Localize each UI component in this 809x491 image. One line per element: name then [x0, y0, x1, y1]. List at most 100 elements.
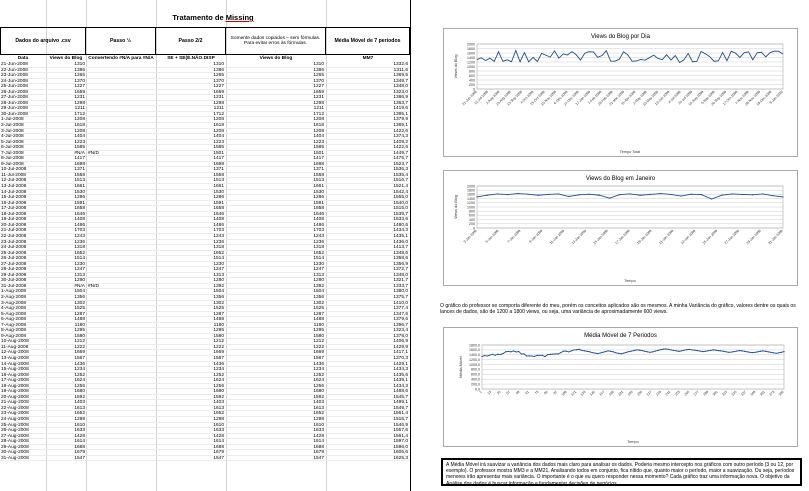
- cell-views-copy[interactable]: 1298: [226, 101, 324, 106]
- spreadsheet[interactable]: Tratamento de Missing Dados do arquivo .…: [0, 0, 809, 491]
- cell-views[interactable]: 1234: [46, 367, 85, 372]
- col-label-se[interactable]: SE + SE(É.NÃO.DISP: [156, 55, 226, 62]
- cell-views-copy[interactable]: 1659: [226, 90, 324, 95]
- cell-mm7[interactable]: 1499,1: [326, 400, 408, 405]
- cell-se[interactable]: 1408: [156, 217, 224, 222]
- cell-date[interactable]: 25-Jun-2008: [1, 84, 45, 89]
- cell-date[interactable]: 29-Jun-2008: [1, 106, 45, 111]
- cell-mm7[interactable]: 1363,7: [326, 101, 408, 106]
- cell-date[interactable]: 2-Aug-2008: [1, 295, 45, 300]
- cell-convert[interactable]: [88, 95, 154, 100]
- cell-date[interactable]: 21-Aug-2008: [1, 400, 45, 405]
- cell-convert[interactable]: [88, 178, 154, 183]
- cell-mm7[interactable]: 1348,6: [326, 251, 408, 256]
- cell-views-copy[interactable]: 1286: [226, 195, 324, 200]
- cell-mm7[interactable]: 1625,3: [326, 456, 408, 461]
- cell-convert[interactable]: #N/D: [88, 151, 154, 156]
- cell-views-copy[interactable]: 1247: [226, 267, 324, 272]
- cell-mm7[interactable]: 1406,9: [326, 339, 408, 344]
- cell-mm7[interactable]: 1546,9: [326, 423, 408, 428]
- cell-views-copy[interactable]: 1212: [226, 339, 324, 344]
- cell-views-copy[interactable]: 1591: [226, 201, 324, 206]
- cell-views[interactable]: 1614: [46, 439, 85, 444]
- cell-convert[interactable]: [88, 339, 154, 344]
- cell-se[interactable]: 1428: [156, 434, 224, 439]
- cell-views[interactable]: 1652: [46, 251, 85, 256]
- cell-se[interactable]: 1252: [156, 373, 224, 378]
- cell-convert[interactable]: [88, 190, 154, 195]
- cell-se[interactable]: 1386: [156, 68, 224, 73]
- cell-se[interactable]: 1230: [156, 262, 224, 267]
- cell-mm7[interactable]: 1475,7: [326, 156, 408, 161]
- cell-convert[interactable]: [88, 84, 154, 89]
- cell-date[interactable]: 22-Jun-2008: [1, 68, 45, 73]
- cell-views-copy[interactable]: 1403: [226, 400, 324, 405]
- cell-views-copy[interactable]: 1180: [226, 323, 324, 328]
- cell-se[interactable]: 1580: [156, 334, 224, 339]
- cell-views[interactable]: 1428: [46, 434, 85, 439]
- cell-views-copy[interactable]: 1280: [226, 278, 324, 283]
- cell-views-copy[interactable]: 1567: [226, 356, 324, 361]
- cell-views[interactable]: 1222: [46, 345, 85, 350]
- cell-mm7[interactable]: 1480,6: [326, 223, 408, 228]
- cell-convert[interactable]: [88, 212, 154, 217]
- cell-mm7[interactable]: 1516,7: [326, 417, 408, 422]
- cell-date[interactable]: 30-Aug-2008: [1, 450, 45, 455]
- cell-views[interactable]: 1658: [46, 206, 85, 211]
- cell-views[interactable]: 1252: [46, 373, 85, 378]
- chart-moving-average[interactable]: Média Móvel de 7 Periodos 1800,0 1600,0 140…: [443, 327, 798, 447]
- cell-date[interactable]: 29-Aug-2008: [1, 445, 45, 450]
- cell-date[interactable]: 13-Aug-2008: [1, 356, 45, 361]
- cell-se[interactable]: 1313: [156, 273, 224, 278]
- cell-se[interactable]: 1530: [156, 190, 224, 195]
- cell-convert[interactable]: [88, 195, 154, 200]
- header-csv[interactable]: Dados do arquivo .csv: [0, 27, 86, 55]
- cell-date[interactable]: 10-Aug-2008: [1, 339, 45, 344]
- cell-mm7[interactable]: 1422,6: [326, 145, 408, 150]
- cell-mm7[interactable]: 1370,3: [326, 356, 408, 361]
- cell-convert[interactable]: [88, 323, 154, 328]
- cell-se[interactable]: 1287: [156, 312, 224, 317]
- cell-views[interactable]: 1404: [46, 134, 85, 139]
- cell-views[interactable]: 1208: [46, 117, 85, 122]
- cell-convert[interactable]: [88, 129, 154, 134]
- cell-se[interactable]: 1236: [156, 240, 224, 245]
- cell-views-copy[interactable]: 1501: [226, 151, 324, 156]
- cell-views[interactable]: 1408: [46, 217, 85, 222]
- cell-date[interactable]: 6-Aug-2008: [1, 317, 45, 322]
- cell-se[interactable]: 1679: [156, 450, 224, 455]
- cell-convert[interactable]: [88, 140, 154, 145]
- cell-date[interactable]: 15-Jul-2008: [1, 195, 45, 200]
- cell-mm7[interactable]: 1419,6: [326, 106, 408, 111]
- cell-views[interactable]: 1318: [46, 245, 85, 250]
- cell-convert[interactable]: [88, 384, 154, 389]
- cell-date[interactable]: 1-Aug-2008: [1, 289, 45, 294]
- cell-se[interactable]: 1436: [156, 362, 224, 367]
- cell-views[interactable]: 1712: [46, 112, 85, 117]
- cell-se[interactable]: 1180: [156, 323, 224, 328]
- cell-se[interactable]: 1486: [156, 223, 224, 228]
- cell-views[interactable]: 1652: [46, 411, 85, 416]
- cell-mm7[interactable]: 1436,0: [326, 240, 408, 245]
- cell-views-copy[interactable]: 1298: [226, 417, 324, 422]
- cell-se[interactable]: 1592: [156, 395, 224, 400]
- col-label-views[interactable]: Views do Blog: [46, 55, 86, 62]
- cell-views-copy[interactable]: 1230: [226, 262, 324, 267]
- cell-mm7[interactable]: 1347,6: [326, 312, 408, 317]
- cell-views[interactable]: 1256: [46, 384, 85, 389]
- cell-se[interactable]: 1624: [156, 378, 224, 383]
- cell-date[interactable]: 9-Jul-2008: [1, 162, 45, 167]
- cell-se[interactable]: 1371: [156, 167, 224, 172]
- cell-mm7[interactable]: 1545,7: [326, 395, 408, 400]
- cell-convert[interactable]: [88, 400, 154, 405]
- cell-se[interactable]: 1585: [156, 145, 224, 150]
- cell-convert[interactable]: [88, 101, 154, 106]
- cell-date[interactable]: 14-Aug-2008: [1, 362, 45, 367]
- cell-views-copy[interactable]: 1679: [226, 450, 324, 455]
- cell-convert[interactable]: [88, 278, 154, 283]
- cell-views[interactable]: 1591: [46, 201, 85, 206]
- cell-se[interactable]: 1610: [156, 423, 224, 428]
- cell-views[interactable]: #N/A: [46, 151, 85, 156]
- cell-mm7[interactable]: 1435,6: [326, 373, 408, 378]
- cell-mm7[interactable]: 1521,4: [326, 184, 408, 189]
